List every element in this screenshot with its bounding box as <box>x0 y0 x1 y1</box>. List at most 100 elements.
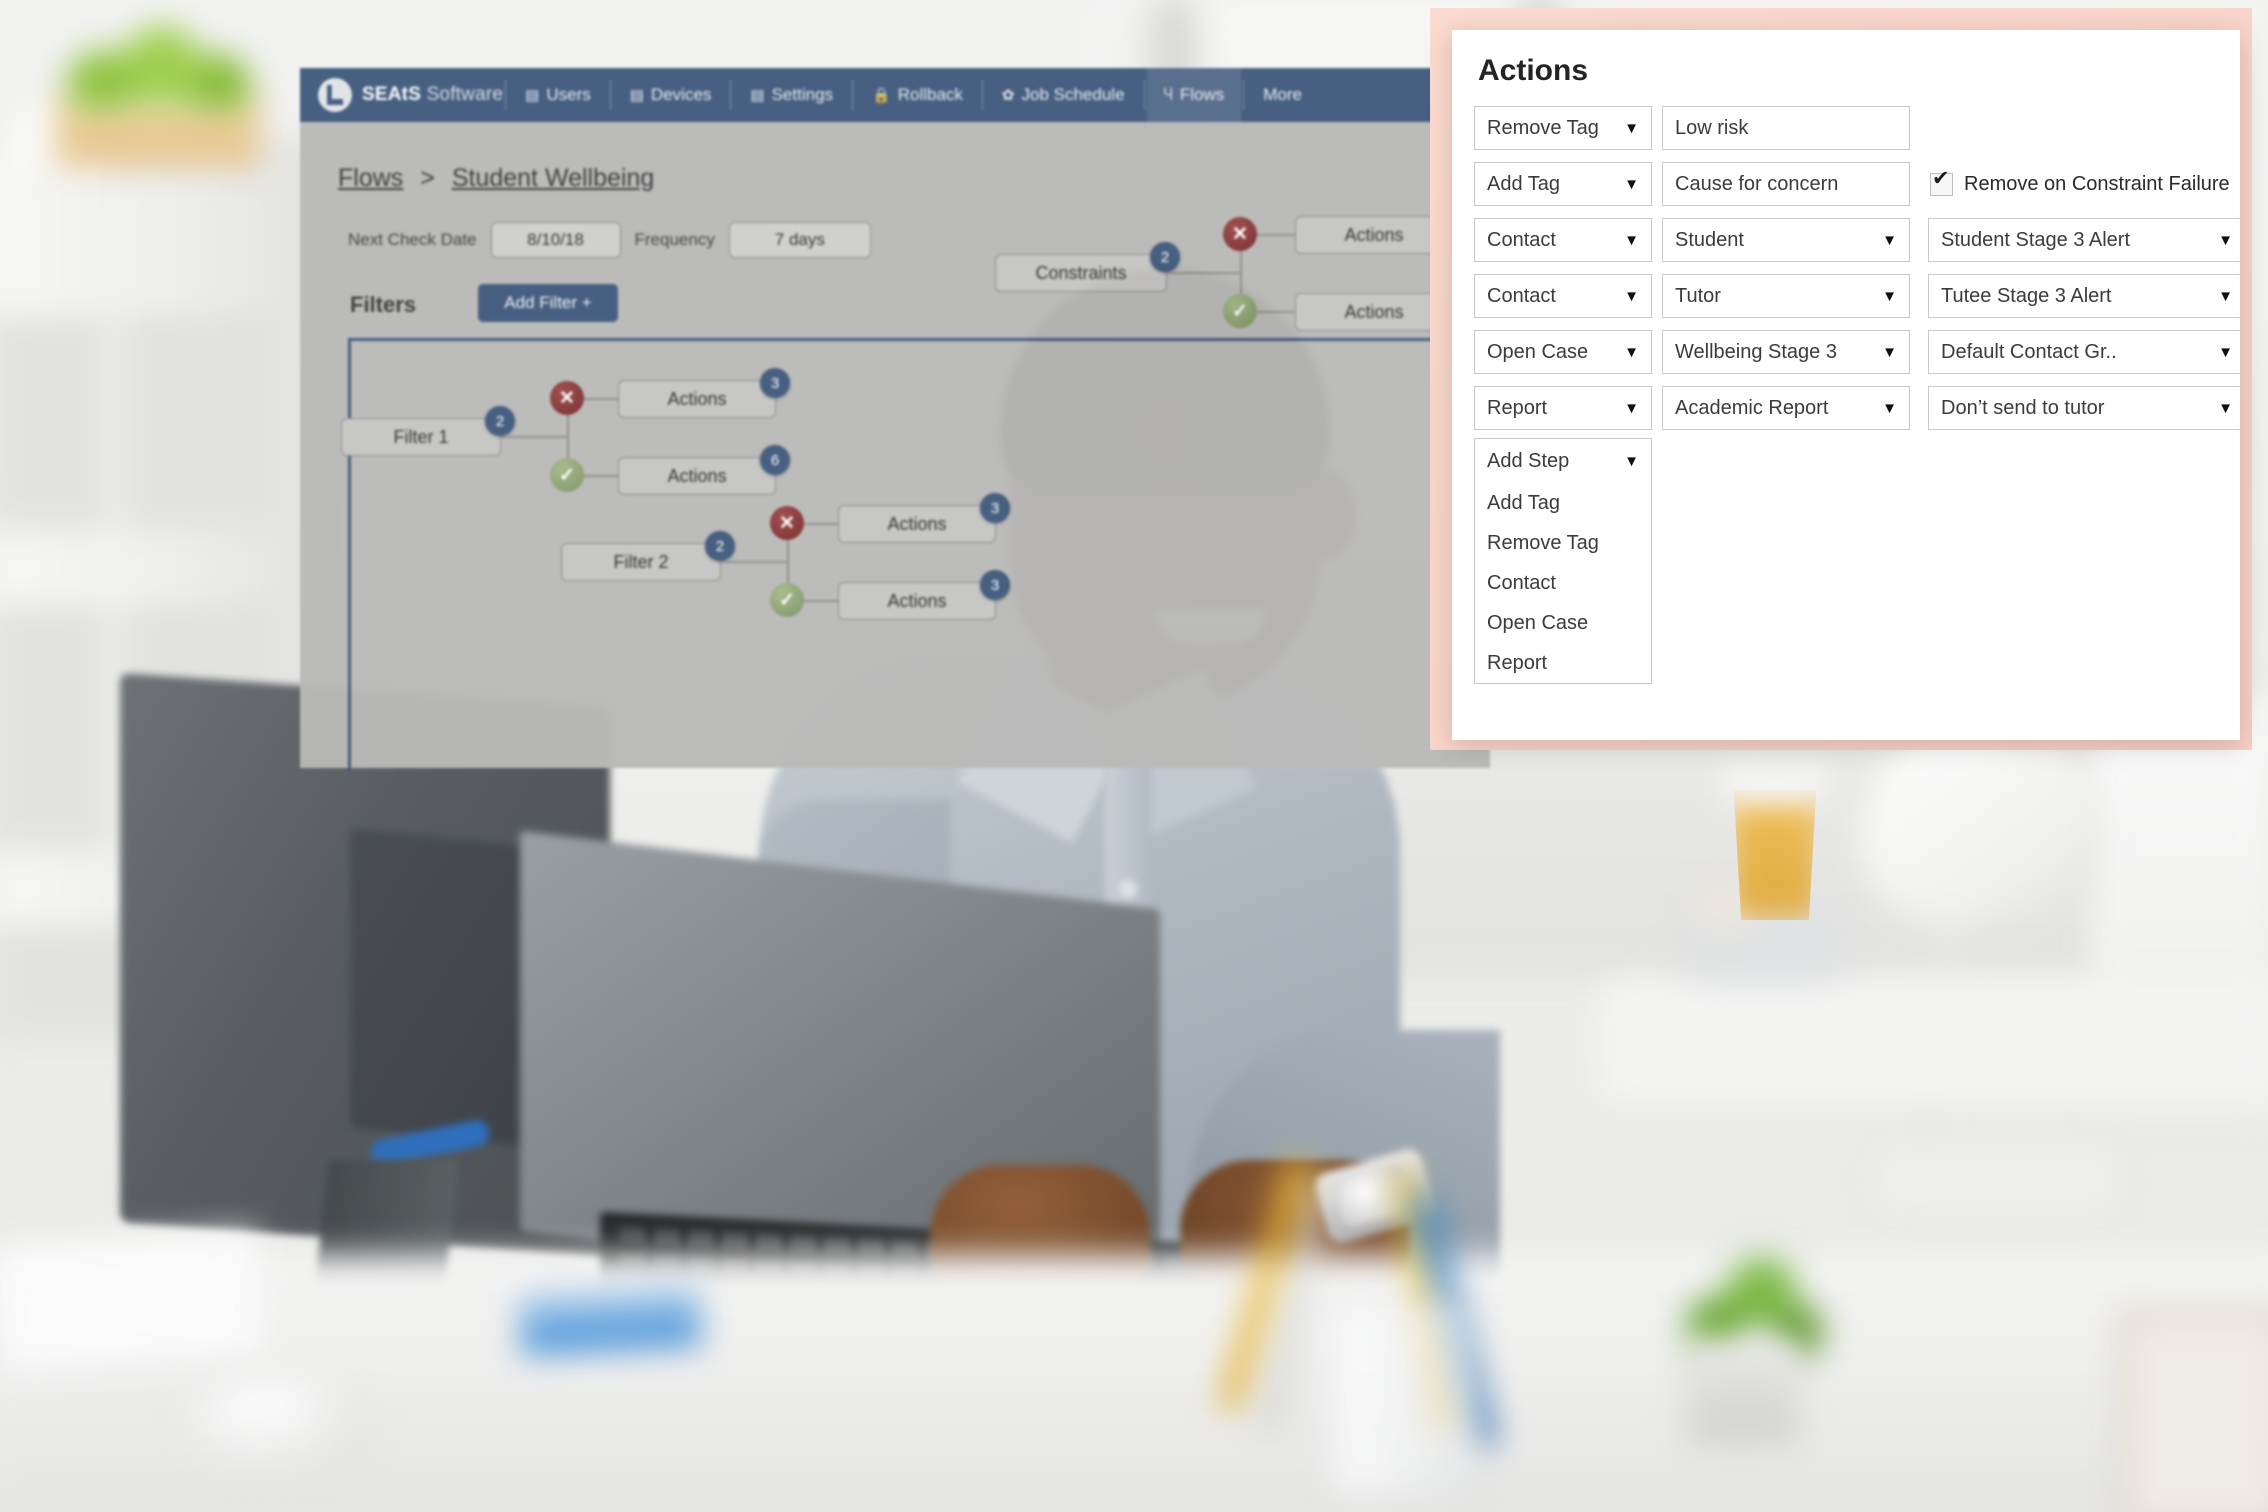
filter2-pass-actions-node[interactable]: Actions <box>838 582 996 620</box>
brand-name: SEAtS Software <box>362 84 503 106</box>
filter2-fail-actions-node[interactable]: Actions <box>838 505 996 543</box>
filter1-pass-actions-node[interactable]: Actions <box>618 457 776 495</box>
nav-label: Settings <box>771 85 834 104</box>
chevron-down-icon: ▼ <box>2218 343 2233 361</box>
next-check-date-label: Next Check Date <box>348 230 477 249</box>
chevron-down-icon: ▼ <box>1882 231 1897 249</box>
action-detail-value: Default Contact Gr.. <box>1941 340 2117 363</box>
filter2-badge: 2 <box>705 531 735 561</box>
chevron-down-icon: ▼ <box>1882 287 1897 305</box>
breadcrumb: Flows > Student Wellbeing <box>338 164 654 193</box>
constraints-cluster: Constraints 2 ✕ ✓ Actions 3 Actions 6 <box>995 204 1467 332</box>
action-type-select-1[interactable]: Remove Tag ▼ <box>1474 106 1652 150</box>
action-target-value: Academic Report <box>1675 396 1829 419</box>
seats-app-screen: SEAtS Software ▤ Users ▤ Devices ▤ Setti… <box>300 68 1490 771</box>
users-icon: ▤ <box>525 87 540 104</box>
breadcrumb-current[interactable]: Student Wellbeing <box>452 164 654 192</box>
remove-on-constraint-failure-checkbox[interactable]: Remove on Constraint Failure <box>1928 162 2240 206</box>
action-type-select-6[interactable]: Report ▼ <box>1474 386 1652 430</box>
chevron-down-icon: ▼ <box>1624 287 1639 305</box>
nav-item-more[interactable]: More <box>1246 68 1319 122</box>
filter1-pass-icon: ✓ <box>550 458 584 492</box>
nav-divider <box>852 80 854 110</box>
action-target-select-5[interactable]: Wellbeing Stage 3 ▼ <box>1662 330 1910 374</box>
filter1-fail-icon: ✕ <box>550 381 584 415</box>
coffee-cup-lid <box>1722 766 1828 802</box>
action-target-value: Tutor <box>1675 284 1721 307</box>
breadcrumb-flows[interactable]: Flows <box>338 164 403 192</box>
add-step-option-report[interactable]: Report <box>1475 643 1651 683</box>
nav-label: Users <box>546 85 591 104</box>
flow-settings-row: Next Check Date 8/10/18 Frequency 7 days <box>348 222 871 258</box>
filter2-fail-actions-badge: 3 <box>980 493 1010 523</box>
nav-item-flows[interactable]: Ⴗ Flows <box>1146 68 1242 122</box>
chevron-down-icon: ▼ <box>1624 119 1639 137</box>
sticky-note <box>518 1285 702 1355</box>
action-target-input-2[interactable]: Cause for concern <box>1662 162 1910 206</box>
connector <box>584 475 620 477</box>
add-step-option-remove-tag[interactable]: Remove Tag <box>1475 523 1651 563</box>
brand-bold: SEAtS <box>362 84 422 105</box>
constraint-fail-icon: ✕ <box>1223 217 1257 251</box>
action-type-select-5[interactable]: Open Case ▼ <box>1474 330 1652 374</box>
desk-lamp-base <box>1880 1150 2110 1210</box>
nav-divider <box>1243 80 1245 110</box>
plant-foliage <box>58 20 258 110</box>
action-target-select-6[interactable]: Academic Report ▼ <box>1662 386 1910 430</box>
action-detail-select-3[interactable]: Student Stage 3 Alert ▼ <box>1928 218 2240 262</box>
connector <box>804 523 840 525</box>
add-step-dropdown[interactable]: Add Step ▼ Add Tag Remove Tag Contact Op… <box>1474 438 1652 684</box>
action-type-select-2[interactable]: Add Tag ▼ <box>1474 162 1652 206</box>
filter1-fail-actions-node[interactable]: Actions <box>618 380 776 418</box>
add-filter-button[interactable]: Add Filter + <box>478 284 618 322</box>
next-check-date-input[interactable]: 8/10/18 <box>490 222 621 258</box>
add-step-select[interactable]: Add Step ▼ <box>1475 439 1651 483</box>
constraints-node[interactable]: Constraints <box>995 254 1167 292</box>
action-target-input-1[interactable]: Low risk <box>1662 106 1910 150</box>
filter1-cluster: Filter 1 2 ✕ ✓ Actions 3 Actions 6 <box>341 368 791 496</box>
connector <box>1257 234 1297 236</box>
action-detail-select-4[interactable]: Tutee Stage 3 Alert ▼ <box>1928 274 2240 318</box>
action-target-select-4[interactable]: Tutor ▼ <box>1662 274 1910 318</box>
action-type-select-3[interactable]: Contact ▼ <box>1474 218 1652 262</box>
action-row: Contact ▼ Tutor ▼ Tutee Stage 3 Alert ▼ <box>1474 274 2240 318</box>
constraints-badge: 2 <box>1150 242 1180 272</box>
action-target-value: Student <box>1675 228 1744 251</box>
chevron-down-icon: ▼ <box>1882 343 1897 361</box>
connector <box>1257 311 1297 313</box>
nav-label: Devices <box>650 85 712 104</box>
connector <box>804 600 840 602</box>
filter1-node[interactable]: Filter 1 <box>341 418 501 456</box>
add-step-option-contact[interactable]: Contact <box>1475 563 1651 603</box>
filter1-fail-actions-badge: 3 <box>760 368 790 398</box>
nav-divider <box>730 80 732 110</box>
action-detail-select-5[interactable]: Default Contact Gr.. ▼ <box>1928 330 2240 374</box>
nav-item-users[interactable]: ▤ Users <box>508 68 608 122</box>
nav-divider <box>505 80 507 110</box>
filter2-node[interactable]: Filter 2 <box>561 543 721 581</box>
action-detail-value: Student Stage 3 Alert <box>1941 228 2131 251</box>
filter1-pass-actions-badge: 6 <box>760 445 790 475</box>
nav-item-rollback[interactable]: 🔒 Rollback <box>855 68 980 122</box>
action-type-value: Contact <box>1487 284 1556 307</box>
action-type-value: Contact <box>1487 228 1556 251</box>
add-step-option-add-tag[interactable]: Add Tag <box>1475 483 1651 523</box>
app-body: Flows > Student Wellbeing Next Check Dat… <box>300 122 1490 771</box>
action-target-select-3[interactable]: Student ▼ <box>1662 218 1910 262</box>
app-navbar: SEAtS Software ▤ Users ▤ Devices ▤ Setti… <box>300 68 1490 122</box>
nav-item-devices[interactable]: ▤ Devices <box>613 68 729 122</box>
action-type-select-4[interactable]: Contact ▼ <box>1474 274 1652 318</box>
filters-section-label: Filters <box>350 292 417 317</box>
nav-item-job-schedule[interactable]: ✿ Job Schedule <box>985 68 1142 122</box>
nav-item-settings[interactable]: ▤ Settings <box>733 68 850 122</box>
actions-rows: Remove Tag ▼ Low risk Add Tag ▼ Cause fo… <box>1474 106 2240 442</box>
add-step-option-open-case[interactable]: Open Case <box>1475 603 1651 643</box>
filter1-badge: 2 <box>485 406 515 436</box>
app-logo[interactable]: SEAtS Software <box>300 78 503 112</box>
frequency-input[interactable]: 7 days <box>728 222 871 258</box>
chevron-down-icon: ▼ <box>2218 231 2233 249</box>
lock-icon: 🔒 <box>872 87 891 104</box>
pencil-cup <box>1330 1300 1476 1496</box>
action-detail-select-6[interactable]: Don’t send to tutor ▼ <box>1928 386 2240 430</box>
frequency-label: Frequency <box>634 230 715 249</box>
